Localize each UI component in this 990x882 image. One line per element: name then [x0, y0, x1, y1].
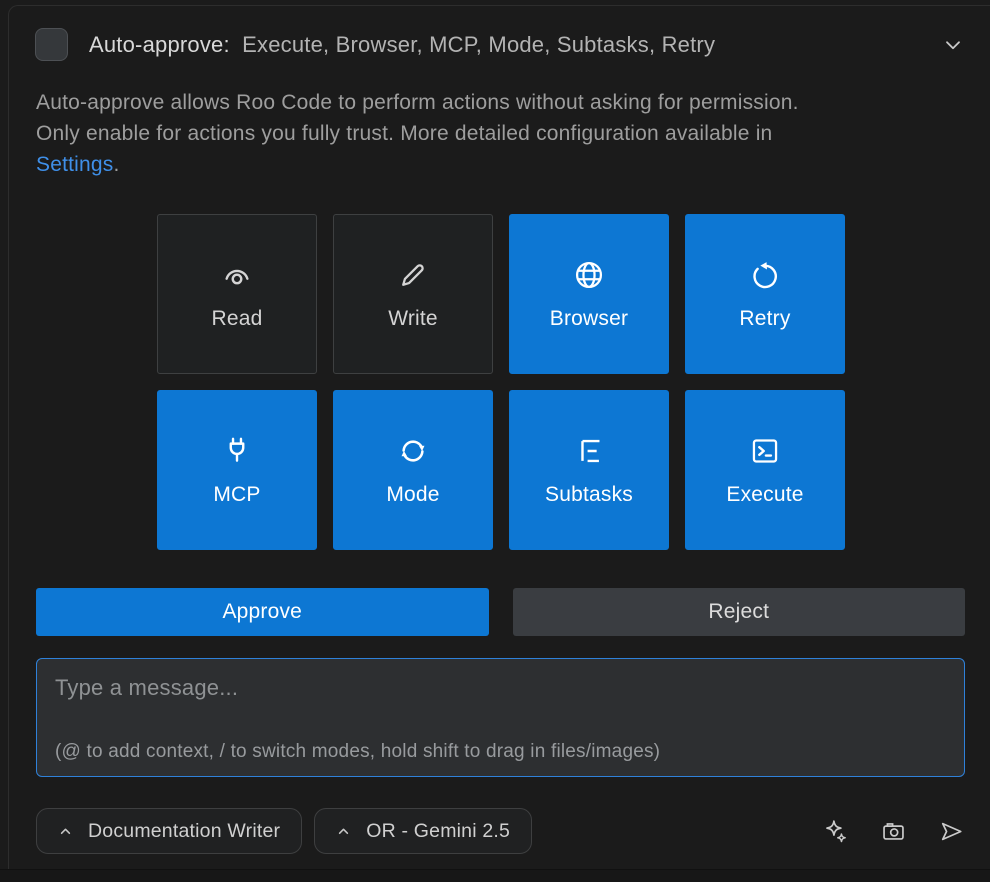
toggle-label: Retry — [739, 307, 790, 331]
auto-approve-summary: Execute, Browser, MCP, Mode, Subtasks, R… — [242, 32, 715, 57]
toggle-label: Execute — [726, 483, 803, 507]
chat-input[interactable]: Type a message... (@ to add context, / t… — [36, 658, 965, 777]
eye-icon — [220, 258, 254, 292]
plug-icon — [220, 434, 254, 468]
description-suffix: . — [113, 153, 119, 176]
toggle-mcp[interactable]: MCP — [157, 390, 317, 550]
auto-approve-description: Auto-approve allows Roo Code to perform … — [36, 87, 965, 180]
footer-icons — [822, 818, 965, 845]
camera-icon[interactable] — [880, 818, 907, 845]
globe-icon — [572, 258, 606, 292]
description-line1: Auto-approve allows Roo Code to perform … — [36, 91, 799, 114]
description-line2: Only enable for actions you fully trust.… — [36, 122, 772, 145]
model-selector-label: OR - Gemini 2.5 — [366, 820, 510, 843]
chat-placeholder: Type a message... — [55, 675, 238, 701]
toggle-execute[interactable]: Execute — [685, 390, 845, 550]
terminal-icon — [748, 434, 782, 468]
chevron-down-icon[interactable] — [941, 33, 965, 57]
toggle-label: Subtasks — [545, 483, 633, 507]
auto-approve-panel: Auto-approve: Execute, Browser, MCP, Mod… — [8, 5, 990, 882]
refresh-icon — [748, 258, 782, 292]
toggle-label: Mode — [386, 483, 439, 507]
toggle-label: MCP — [213, 483, 260, 507]
sync-icon — [396, 434, 430, 468]
toggle-retry[interactable]: Retry — [685, 214, 845, 374]
reject-button[interactable]: Reject — [513, 588, 966, 636]
pencil-icon — [396, 258, 430, 292]
action-buttons: Approve Reject — [36, 588, 965, 636]
toggle-mode[interactable]: Mode — [333, 390, 493, 550]
auto-approve-checkbox[interactable] — [35, 28, 68, 61]
chevron-up-icon — [58, 824, 73, 839]
approve-button[interactable]: Approve — [36, 588, 489, 636]
toggle-browser[interactable]: Browser — [509, 214, 669, 374]
auto-approve-label: Auto-approve: — [89, 32, 230, 57]
send-icon[interactable] — [938, 818, 965, 845]
chevron-up-icon — [336, 824, 351, 839]
footer-bar: Documentation Writer OR - Gemini 2.5 — [36, 808, 965, 854]
chat-hint: (@ to add context, / to switch modes, ho… — [55, 741, 660, 763]
auto-approve-header: Auto-approve: Execute, Browser, MCP, Mod… — [35, 28, 965, 61]
toggle-read[interactable]: Read — [157, 214, 317, 374]
toggle-label: Write — [388, 307, 438, 331]
auto-approve-title[interactable]: Auto-approve: Execute, Browser, MCP, Mod… — [89, 32, 715, 58]
settings-link[interactable]: Settings — [36, 153, 113, 176]
panel-bottom-divider — [0, 869, 990, 882]
model-selector[interactable]: OR - Gemini 2.5 — [314, 808, 532, 854]
toggle-label: Read — [211, 307, 262, 331]
mode-selector-label: Documentation Writer — [88, 820, 280, 843]
toggle-subtasks[interactable]: Subtasks — [509, 390, 669, 550]
sparkle-icon[interactable] — [822, 818, 849, 845]
toggle-write[interactable]: Write — [333, 214, 493, 374]
auto-approve-toggle-grid: Read Write Browser Retry MCP — [157, 214, 845, 550]
toggle-label: Browser — [550, 307, 628, 331]
mode-selector[interactable]: Documentation Writer — [36, 808, 302, 854]
list-tree-icon — [572, 434, 606, 468]
